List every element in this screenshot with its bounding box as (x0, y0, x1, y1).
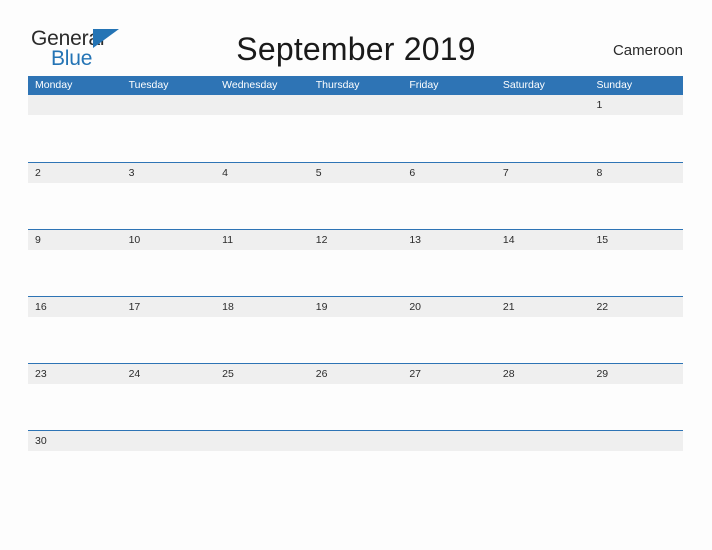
day-cell[interactable] (309, 95, 403, 115)
weekday-header-thursday: Thursday (315, 79, 360, 91)
day-cell[interactable]: 7 (496, 163, 590, 183)
day-cell[interactable]: 10 (122, 230, 216, 250)
day-cell[interactable]: 24 (122, 364, 216, 384)
day-cell[interactable] (309, 431, 403, 451)
day-cell[interactable]: 2 (28, 163, 122, 183)
day-cell[interactable]: 15 (589, 230, 683, 250)
day-cell[interactable] (402, 431, 496, 451)
day-cell[interactable]: 23 (28, 364, 122, 384)
week-day-numbers: 30 (28, 431, 683, 451)
day-cell[interactable] (122, 431, 216, 451)
day-cell[interactable]: 8 (589, 163, 683, 183)
week-event-area[interactable] (28, 250, 683, 296)
day-cell[interactable]: 27 (402, 364, 496, 384)
weekday-header-wednesday: Wednesday (222, 79, 278, 91)
day-cell[interactable] (215, 95, 309, 115)
country-label: Cameroon (612, 42, 683, 59)
week-row: 16 17 18 19 20 21 22 (28, 296, 683, 363)
weekday-header-sunday: Sunday (596, 79, 633, 91)
day-cell[interactable] (589, 431, 683, 451)
day-cell[interactable]: 11 (215, 230, 309, 250)
day-cell[interactable]: 26 (309, 364, 403, 384)
week-day-numbers: 2 3 4 5 6 7 8 (28, 163, 683, 183)
week-event-area[interactable] (28, 317, 683, 363)
day-cell[interactable]: 1 (589, 95, 683, 115)
day-cell[interactable]: 25 (215, 364, 309, 384)
page-header: General Blue September 2019 Cameroon (0, 0, 712, 76)
day-cell[interactable] (496, 431, 590, 451)
weekday-header-row: Monday Tuesday Wednesday Thursday Friday… (28, 76, 683, 95)
day-cell[interactable]: 17 (122, 297, 216, 317)
week-row: 2 3 4 5 6 7 8 (28, 162, 683, 229)
calendar-grid: Monday Tuesday Wednesday Thursday Friday… (28, 76, 683, 497)
day-cell[interactable] (215, 431, 309, 451)
week-event-area[interactable] (28, 451, 683, 497)
weekday-header-friday: Friday (409, 79, 439, 91)
weekday-header-tuesday: Tuesday (128, 79, 169, 91)
day-cell[interactable]: 16 (28, 297, 122, 317)
day-cell[interactable]: 29 (589, 364, 683, 384)
week-row: 23 24 25 26 27 28 29 (28, 363, 683, 430)
week-event-area[interactable] (28, 115, 683, 161)
calendar-page: General Blue September 2019 Cameroon Mon… (0, 0, 712, 550)
day-cell[interactable]: 19 (309, 297, 403, 317)
day-cell[interactable] (496, 95, 590, 115)
week-day-numbers: 23 24 25 26 27 28 29 (28, 364, 683, 384)
week-day-numbers: 9 10 11 12 13 14 15 (28, 230, 683, 250)
day-cell[interactable]: 20 (402, 297, 496, 317)
day-cell[interactable]: 13 (402, 230, 496, 250)
week-event-area[interactable] (28, 183, 683, 229)
week-row: 30 (28, 430, 683, 497)
day-cell[interactable]: 21 (496, 297, 590, 317)
day-cell[interactable]: 3 (122, 163, 216, 183)
weekday-header-monday: Monday (35, 79, 73, 91)
day-cell[interactable]: 14 (496, 230, 590, 250)
day-cell[interactable] (122, 95, 216, 115)
week-event-area[interactable] (28, 384, 683, 430)
day-cell[interactable]: 9 (28, 230, 122, 250)
week-day-numbers: 1 (28, 95, 683, 115)
day-cell[interactable]: 4 (215, 163, 309, 183)
day-cell[interactable] (402, 95, 496, 115)
weekday-header-saturday: Saturday (502, 79, 545, 91)
page-title: September 2019 (236, 31, 476, 67)
day-cell[interactable] (28, 95, 122, 115)
day-cell[interactable]: 28 (496, 364, 590, 384)
day-cell[interactable]: 22 (589, 297, 683, 317)
day-cell[interactable]: 12 (309, 230, 403, 250)
day-cell[interactable]: 5 (309, 163, 403, 183)
day-cell[interactable]: 30 (28, 431, 122, 451)
week-row: 9 10 11 12 13 14 15 (28, 229, 683, 296)
day-cell[interactable]: 6 (402, 163, 496, 183)
week-day-numbers: 16 17 18 19 20 21 22 (28, 297, 683, 317)
day-cell[interactable]: 18 (215, 297, 309, 317)
week-row: 1 (28, 95, 683, 162)
